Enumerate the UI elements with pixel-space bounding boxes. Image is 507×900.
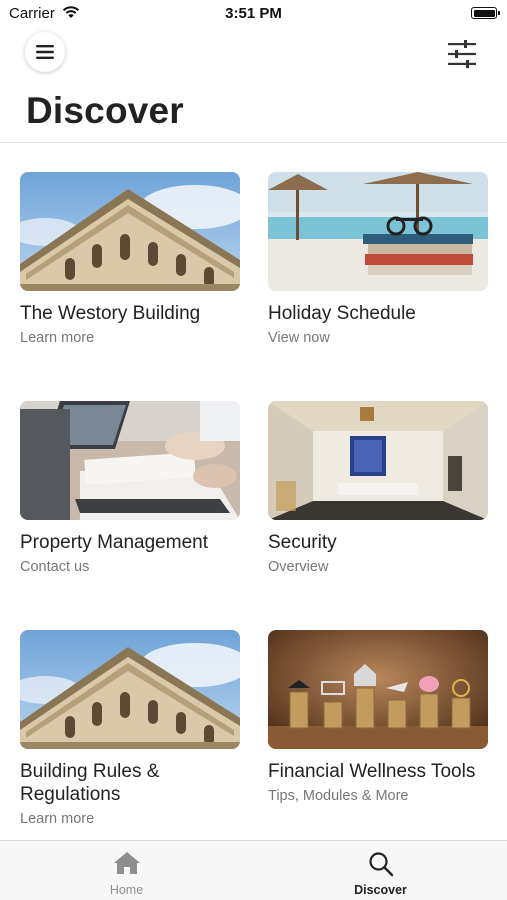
card-title: Security (268, 532, 337, 553)
building-facade-image (20, 172, 240, 291)
lobby-interior-image (268, 401, 488, 520)
header-divider (0, 142, 507, 143)
sliders-filter-icon (448, 40, 476, 68)
card-subtitle: Learn more (20, 811, 95, 827)
card-title: Building Rules & Regulations (20, 761, 160, 805)
menu-button[interactable] (25, 32, 65, 72)
tab-label: Home (109, 883, 144, 897)
home-icon (113, 851, 141, 880)
coin-stacks-image (268, 630, 488, 749)
card-subtitle: Overview (268, 559, 329, 575)
card-building-rules[interactable]: Building Rules & Regulations Learn more (20, 630, 240, 827)
status-bar: Carrier 3:51 PM (0, 0, 507, 28)
building-facade-image (20, 630, 240, 749)
card-title: Property Management (20, 532, 208, 553)
battery-icon (471, 7, 500, 19)
hamburger-menu-icon (36, 45, 54, 59)
page-title: Discover (26, 90, 184, 131)
search-icon (368, 851, 394, 882)
card-subtitle: Learn more (20, 330, 95, 346)
tab-home[interactable]: Home (0, 841, 253, 900)
desk-laptop-image (20, 401, 240, 520)
card-title: The Westory Building (20, 303, 201, 324)
filter-button[interactable] (447, 40, 477, 68)
beach-books-image (268, 172, 488, 291)
card-security[interactable]: Security Overview (268, 401, 488, 575)
card-title: Holiday Schedule (268, 303, 416, 324)
card-holiday-schedule[interactable]: Holiday Schedule View now (268, 172, 488, 346)
card-subtitle: Tips, Modules & More (268, 788, 409, 804)
clock: 3:51 PM (225, 5, 282, 22)
card-subtitle: View now (268, 330, 330, 346)
card-property-management[interactable]: Property Management Contact us (20, 401, 240, 575)
card-financial-wellness[interactable]: Financial Wellness Tools Tips, Modules &… (268, 630, 488, 804)
tab-label: Discover (354, 883, 407, 897)
card-westory-building[interactable]: The Westory Building Learn more (20, 172, 240, 346)
card-subtitle: Contact us (20, 559, 90, 575)
card-title: Financial Wellness Tools (268, 761, 476, 782)
tab-discover[interactable]: Discover (254, 841, 507, 900)
tab-bar: Home Discover (0, 840, 507, 900)
